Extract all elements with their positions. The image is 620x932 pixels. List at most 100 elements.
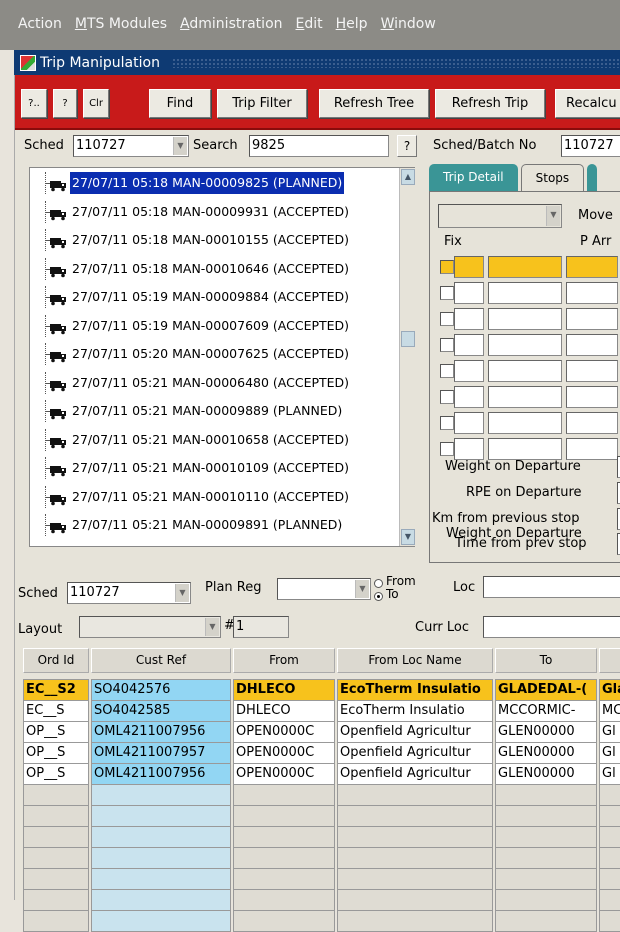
menu-item-1[interactable]: MTS Modules xyxy=(75,16,167,32)
stop-fix-checkbox[interactable] xyxy=(440,312,454,326)
column-header[interactable]: From Loc Name xyxy=(337,648,493,673)
scroll-thumb[interactable] xyxy=(401,331,415,347)
stop-cell[interactable] xyxy=(566,308,618,330)
table-cell[interactable]: MCCORMIC- xyxy=(495,700,597,722)
empty-cell[interactable] xyxy=(233,805,335,827)
tree-item[interactable]: 27/07/11 05:18 MAN-00010155 (ACCEPTED) xyxy=(30,229,394,251)
empty-cell[interactable] xyxy=(91,826,231,848)
trip-tree[interactable]: 27/07/11 05:18 MAN-00009825 (PLANNED) 27/… xyxy=(29,167,415,547)
empty-cell[interactable] xyxy=(495,868,597,890)
empty-cell[interactable] xyxy=(599,868,620,890)
menu-item-4[interactable]: Help xyxy=(336,16,368,32)
empty-cell[interactable] xyxy=(599,847,620,869)
empty-cell[interactable] xyxy=(337,826,493,848)
empty-cell[interactable] xyxy=(337,847,493,869)
empty-cell[interactable] xyxy=(23,889,89,911)
empty-cell[interactable] xyxy=(233,784,335,806)
empty-cell[interactable] xyxy=(23,910,89,932)
column-header[interactable]: From xyxy=(233,648,335,673)
table-cell[interactable]: OP__S xyxy=(23,721,89,743)
chevron-down-icon[interactable]: ▼ xyxy=(546,206,560,226)
empty-cell[interactable] xyxy=(337,910,493,932)
search-input[interactable]: 9825 xyxy=(249,135,389,157)
stop-cell[interactable] xyxy=(488,256,562,278)
tree-item[interactable]: 27/07/11 05:18 MAN-00009931 (ACCEPTED) xyxy=(30,200,394,223)
empty-cell[interactable] xyxy=(91,868,231,890)
stop-cell[interactable] xyxy=(488,360,562,382)
refresh-trip-button[interactable]: Refresh Trip xyxy=(435,89,545,118)
stop-fix-checkbox[interactable] xyxy=(440,416,454,430)
tree-item[interactable]: 27/07/11 05:21 MAN-00010658 (ACCEPTED) xyxy=(30,428,394,451)
tree-item[interactable]: 27/07/11 05:18 MAN-00010646 (ACCEPTED) xyxy=(30,257,394,280)
table-cell[interactable]: EC__S xyxy=(23,700,89,722)
empty-cell[interactable] xyxy=(495,910,597,932)
stop-cell[interactable] xyxy=(566,334,618,356)
stop-cell[interactable] xyxy=(566,438,618,460)
column-header[interactable]: To xyxy=(495,648,597,673)
table-cell[interactable]: OML4211007956 xyxy=(91,763,231,785)
empty-cell[interactable] xyxy=(337,889,493,911)
empty-cell[interactable] xyxy=(495,784,597,806)
sched-batch-input[interactable]: 110727 xyxy=(561,135,620,157)
chevron-down-icon[interactable]: ▼ xyxy=(175,584,189,602)
column-header[interactable]: Ord Id xyxy=(23,648,89,673)
stop-cell[interactable] xyxy=(488,308,562,330)
table-cell[interactable]: EC__S2 xyxy=(23,679,89,701)
table-cell[interactable]: GLEN00000 xyxy=(495,742,597,764)
stop-cell[interactable] xyxy=(454,438,484,460)
empty-cell[interactable] xyxy=(495,805,597,827)
menu-item-5[interactable]: Window xyxy=(381,16,436,32)
empty-cell[interactable] xyxy=(23,847,89,869)
menu-item-2[interactable]: Administration xyxy=(180,16,282,32)
table-cell[interactable]: GLEN00000 xyxy=(495,721,597,743)
empty-cell[interactable] xyxy=(23,826,89,848)
table-cell[interactable]: OML4211007957 xyxy=(91,742,231,764)
empty-cell[interactable] xyxy=(233,910,335,932)
refresh-tree-button[interactable]: Refresh Tree xyxy=(319,89,429,118)
stop-fix-checkbox[interactable] xyxy=(440,364,454,378)
table-cell[interactable]: Gl xyxy=(599,721,620,743)
empty-cell[interactable] xyxy=(233,889,335,911)
search-help-button[interactable]: ? xyxy=(397,135,417,157)
empty-cell[interactable] xyxy=(337,805,493,827)
empty-cell[interactable] xyxy=(91,847,231,869)
stop-fix-checkbox[interactable] xyxy=(440,442,454,456)
empty-cell[interactable] xyxy=(233,847,335,869)
stop-cell[interactable] xyxy=(488,282,562,304)
tree-item[interactable]: 27/07/11 05:21 MAN-00010110 (ACCEPTED) xyxy=(30,485,394,508)
table-cell[interactable]: Gla xyxy=(599,679,620,701)
tree-item[interactable]: 27/07/11 05:21 MAN-00010109 (ACCEPTED) xyxy=(30,457,394,479)
stop-cell[interactable] xyxy=(566,412,618,434)
stop-cell[interactable] xyxy=(566,256,618,278)
filter-sched-select[interactable]: 110727 ▼ xyxy=(67,582,191,604)
menu-item-3[interactable]: Edit xyxy=(296,16,323,32)
table-cell[interactable]: EcoTherm Insulatio xyxy=(337,679,493,701)
sched-select[interactable]: 110727 ▼ xyxy=(73,135,189,157)
from-radio[interactable] xyxy=(374,579,383,588)
stop-fix-checkbox[interactable] xyxy=(440,338,454,352)
table-cell[interactable]: Openfield Agricultur xyxy=(337,721,493,743)
empty-cell[interactable] xyxy=(23,784,89,806)
stop-fix-checkbox[interactable] xyxy=(440,286,454,300)
loc-input[interactable] xyxy=(483,576,620,598)
stop-cell[interactable] xyxy=(566,282,618,304)
stop-cell[interactable] xyxy=(454,386,484,408)
tree-scrollbar[interactable]: ▲ ▼ xyxy=(399,168,415,546)
chevron-down-icon[interactable]: ▼ xyxy=(355,580,369,598)
empty-cell[interactable] xyxy=(495,826,597,848)
trip-filter-button[interactable]: Trip Filter xyxy=(217,89,307,118)
table-cell[interactable]: Openfield Agricultur xyxy=(337,742,493,764)
stop-cell[interactable] xyxy=(454,360,484,382)
empty-cell[interactable] xyxy=(91,910,231,932)
table-cell[interactable]: Gl xyxy=(599,742,620,764)
empty-cell[interactable] xyxy=(91,805,231,827)
recalculate-button[interactable]: Recalcu xyxy=(555,89,620,118)
chevron-down-icon[interactable]: ▼ xyxy=(173,137,187,155)
stop-cell[interactable] xyxy=(566,386,618,408)
record-number-field[interactable]: 1 xyxy=(233,616,289,638)
table-cell[interactable]: SO4042585 xyxy=(91,700,231,722)
tab-stops[interactable]: Stops xyxy=(520,164,585,192)
stop-cell[interactable] xyxy=(454,412,484,434)
table-cell[interactable]: OP__S xyxy=(23,742,89,764)
empty-cell[interactable] xyxy=(599,889,620,911)
